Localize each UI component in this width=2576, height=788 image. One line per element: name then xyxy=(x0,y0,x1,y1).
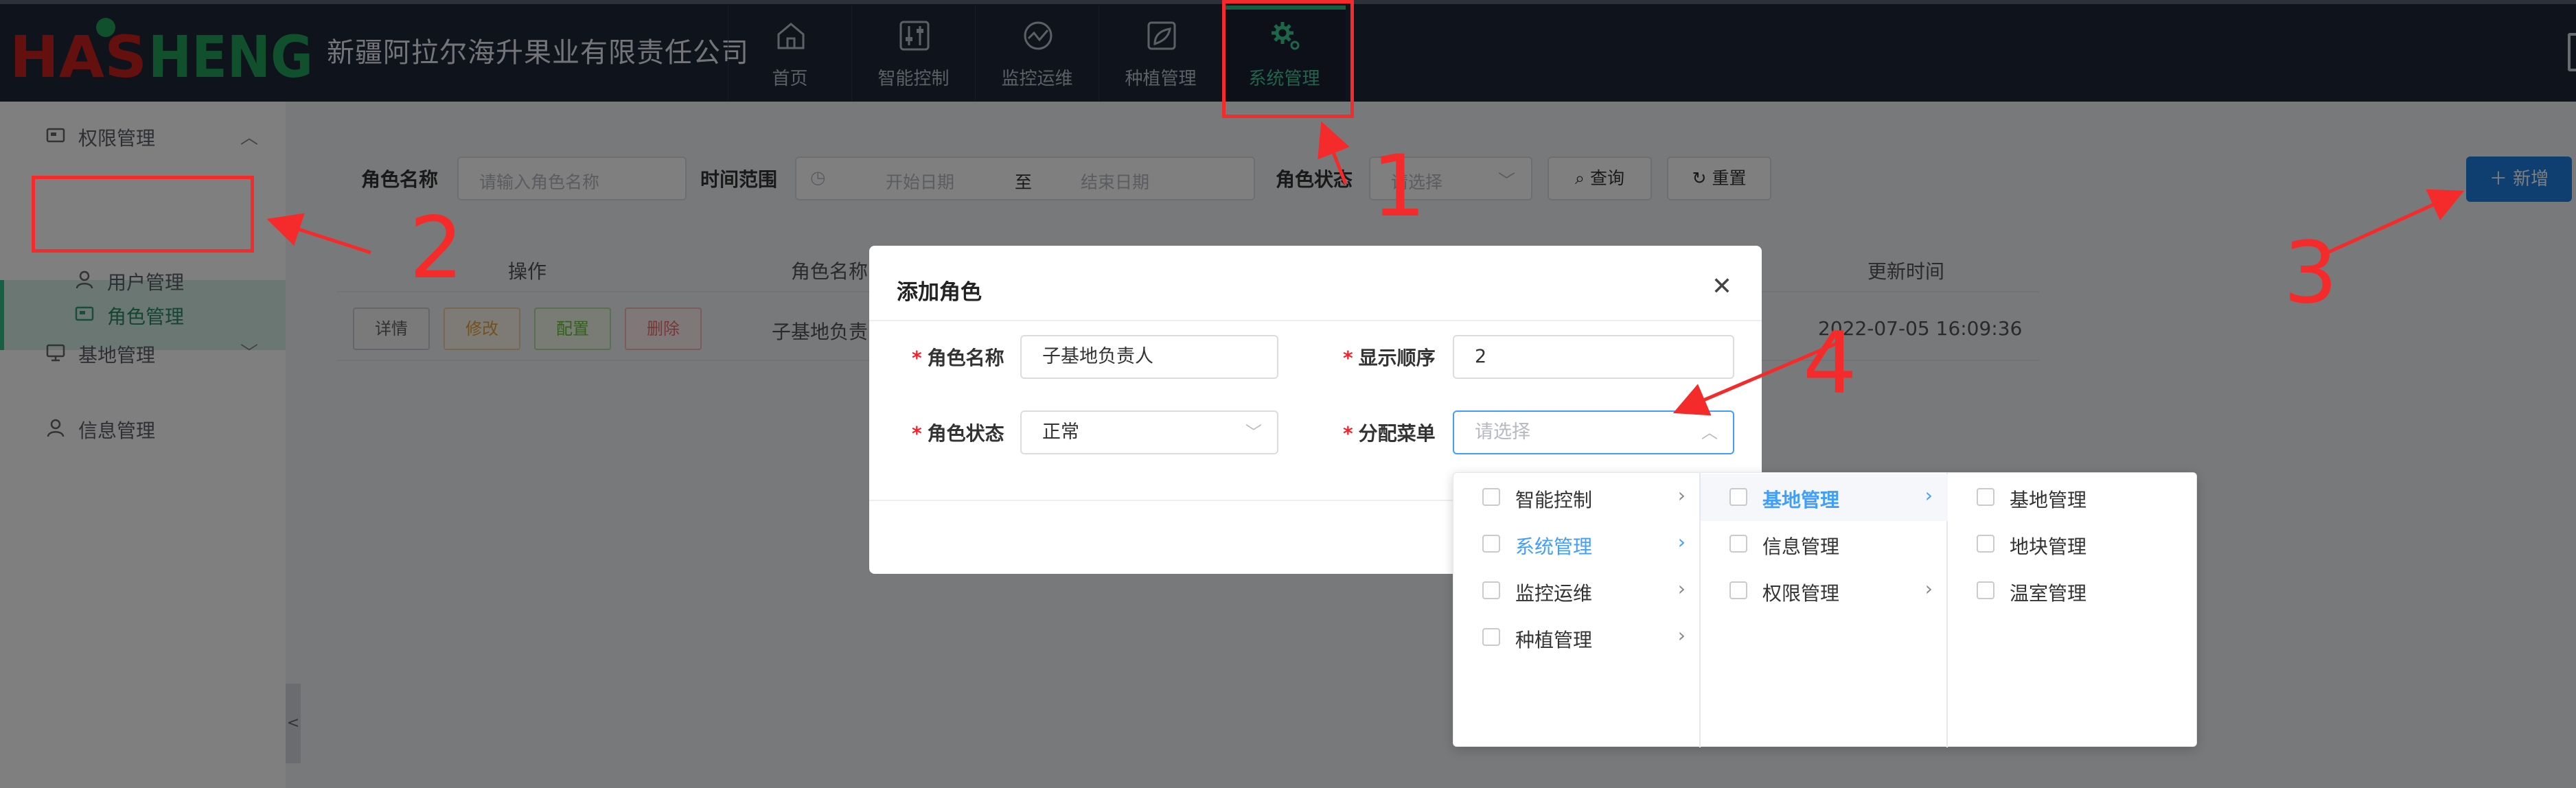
checkbox[interactable] xyxy=(1977,488,1994,506)
chevron-right-icon: › xyxy=(1924,484,1933,507)
assign-menu-placeholder: 请选择 xyxy=(1475,421,1530,443)
display-order-input[interactable]: 2 xyxy=(1453,335,1734,379)
chevron-right-icon: › xyxy=(1924,577,1933,600)
role-name-input[interactable]: 子基地负责人 xyxy=(1020,335,1278,379)
cascader-option-selected[interactable]: 系统管理 › xyxy=(1453,521,1701,568)
cascader-option-label: 温室管理 xyxy=(2010,582,2087,605)
checkbox[interactable] xyxy=(1482,488,1500,506)
role-status-field-label: * 角色状态 xyxy=(912,422,1004,445)
checkbox[interactable] xyxy=(1482,535,1500,553)
annotation-number-4: 4 xyxy=(1803,314,1857,413)
assign-menu-field-label: * 分配菜单 xyxy=(1343,422,1436,445)
dialog-header-divider xyxy=(869,320,1762,321)
cascader-option-label: 基地管理 xyxy=(1762,489,1840,511)
checkbox[interactable] xyxy=(1729,488,1747,506)
cascader-option[interactable]: 信息管理 xyxy=(1701,521,1948,568)
display-order-field-label: * 显示顺序 xyxy=(1343,347,1436,369)
role-name-field-label: * 角色名称 xyxy=(912,347,1004,369)
role-status-select-value: 正常 xyxy=(1042,421,1079,443)
checkbox[interactable] xyxy=(1482,581,1500,599)
chevron-right-icon: › xyxy=(1677,531,1686,553)
display-order-input-value: 2 xyxy=(1475,346,1487,367)
role-status-select[interactable]: 正常 ﹀ xyxy=(1020,410,1278,454)
role-status-field-label-text: 角色状态 xyxy=(927,422,1004,445)
checkbox[interactable] xyxy=(1729,535,1747,553)
cascader-option-label: 信息管理 xyxy=(1762,535,1840,558)
role-name-field-label-text: 角色名称 xyxy=(927,347,1004,369)
checkbox[interactable] xyxy=(1729,581,1747,599)
cascader-option-label: 监控运维 xyxy=(1515,582,1593,605)
cascader-option-label: 智能控制 xyxy=(1515,489,1593,511)
annotation-number-2: 2 xyxy=(409,199,463,298)
cascader-option[interactable]: 监控运维 › xyxy=(1453,568,1701,614)
cascader-option[interactable]: 地块管理 xyxy=(1948,521,2195,568)
chevron-down-icon: ﹀ xyxy=(1245,423,1262,442)
cascader-option-selected[interactable]: 基地管理 › xyxy=(1701,474,1948,521)
cascader-option-label: 权限管理 xyxy=(1762,582,1840,605)
menu-cascader-panel: 智能控制 › 系统管理 › 监控运维 › 种植管理 › 基地管理 › 信息管理 权限管理 ›… xyxy=(1453,472,2197,748)
assign-menu-cascader[interactable]: 请选择 ︿ xyxy=(1453,410,1734,454)
chevron-right-icon: › xyxy=(1677,484,1686,507)
role-name-input-value: 子基地负责人 xyxy=(1042,346,1153,367)
cascader-column-3: 基地管理 地块管理 温室管理 xyxy=(1948,473,2195,748)
close-icon[interactable]: ✕ xyxy=(1708,273,1736,301)
cascader-option[interactable]: 种植管理 › xyxy=(1453,614,1701,661)
display-order-field-label-text: 显示顺序 xyxy=(1358,347,1436,369)
assign-menu-field-label-text: 分配菜单 xyxy=(1358,422,1436,445)
cascader-column-1: 智能控制 › 系统管理 › 监控运维 › 种植管理 › xyxy=(1453,473,1701,748)
cascader-option[interactable]: 智能控制 › xyxy=(1453,474,1701,521)
checkbox[interactable] xyxy=(1482,628,1500,646)
cascader-option-label: 种植管理 xyxy=(1515,629,1593,651)
annotation-box-1 xyxy=(1222,0,1354,118)
cascader-option-label: 系统管理 xyxy=(1515,535,1593,558)
cascader-option[interactable]: 基地管理 xyxy=(1948,474,2195,521)
chevron-right-icon: › xyxy=(1677,624,1686,647)
annotation-number-3: 3 xyxy=(2284,224,2338,323)
cascader-option[interactable]: 权限管理 › xyxy=(1701,568,1948,614)
annotation-number-1: 1 xyxy=(1372,137,1426,236)
cascader-option-label: 基地管理 xyxy=(2010,489,2087,511)
cascader-option[interactable]: 温室管理 xyxy=(1948,568,2195,614)
dialog-title: 添加角色 xyxy=(897,280,982,305)
annotation-box-2 xyxy=(32,176,254,253)
chevron-up-icon: ︿ xyxy=(1701,423,1718,442)
checkbox[interactable] xyxy=(1977,535,1994,553)
checkbox[interactable] xyxy=(1977,581,1994,599)
cascader-option-label: 地块管理 xyxy=(2010,535,2087,558)
cascader-column-2: 基地管理 › 信息管理 权限管理 › xyxy=(1701,473,1948,748)
chevron-right-icon: › xyxy=(1677,577,1686,600)
